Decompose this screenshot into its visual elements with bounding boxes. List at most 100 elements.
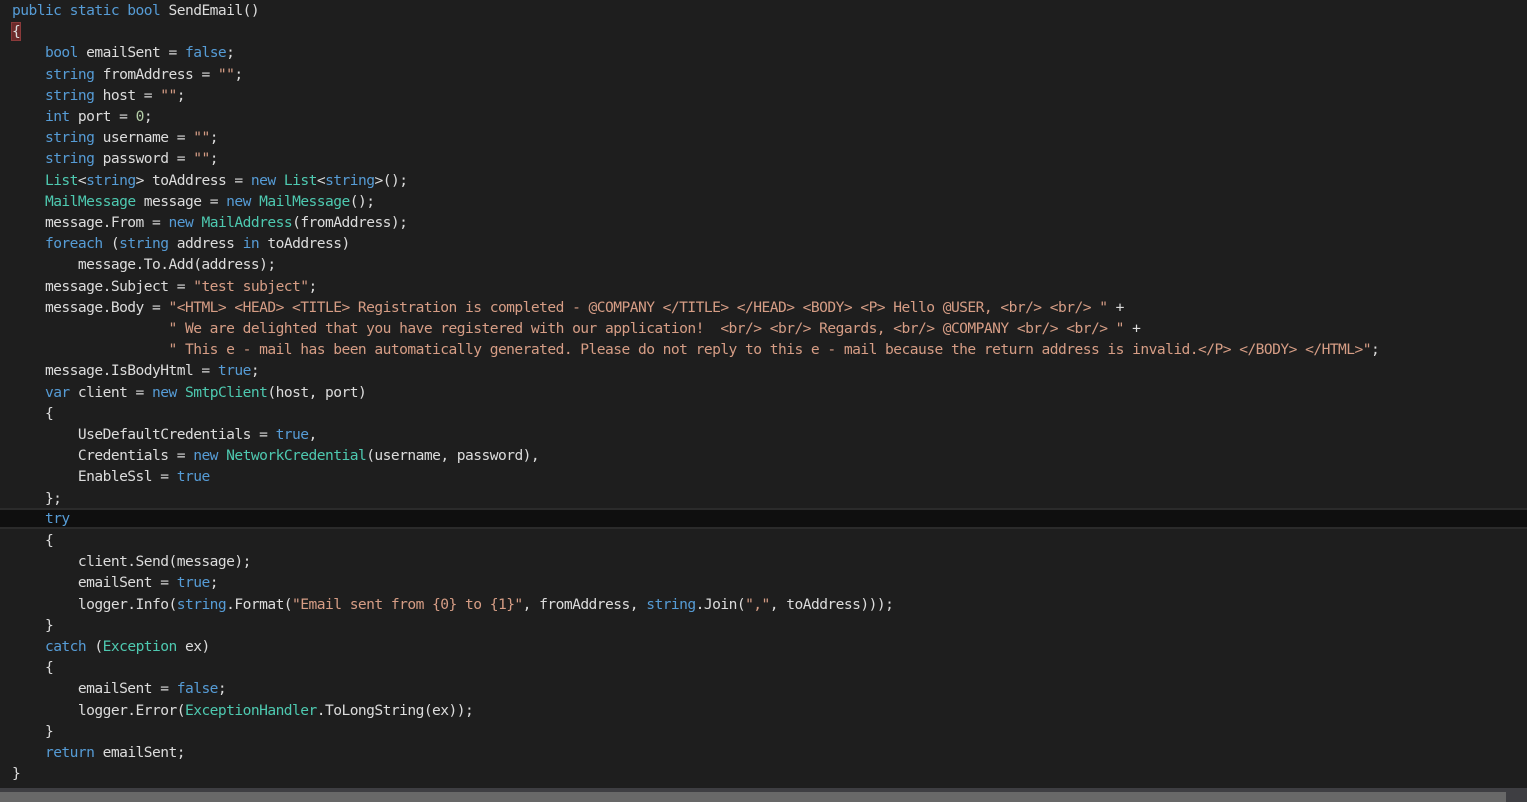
- code-line-current[interactable]: try: [0, 507, 1527, 529]
- code-line-text: MailMessage message = new MailMessage();: [12, 191, 375, 212]
- code-line-text: {: [12, 403, 54, 424]
- code-line[interactable]: return emailSent;: [0, 742, 1527, 763]
- code-line[interactable]: foreach (string address in toAddress): [0, 233, 1527, 254]
- code-line-text: }: [12, 615, 54, 636]
- code-line[interactable]: logger.Error(ExceptionHandler.ToLongStri…: [0, 700, 1527, 721]
- code-line-text: EnableSsl = true: [12, 466, 210, 487]
- keyword-token: true: [176, 468, 211, 486]
- code-token: <: [316, 171, 326, 189]
- keyword-token: false: [184, 44, 227, 62]
- string-token: "": [160, 86, 177, 104]
- code-line[interactable]: public static bool SendEmail(): [0, 0, 1527, 21]
- code-line-text: {: [10, 21, 22, 42]
- keyword-token: true: [275, 426, 310, 443]
- code-line[interactable]: " We are delighted that you have registe…: [0, 318, 1527, 339]
- code-line-text: string password = "";: [12, 148, 219, 169]
- code-token: port =: [69, 108, 136, 125]
- code-line[interactable]: {: [0, 21, 1527, 42]
- string-token: "": [217, 65, 235, 83]
- code-token: ;: [1370, 341, 1380, 359]
- code-line[interactable]: List<string> toAddress = new List<string…: [0, 170, 1527, 191]
- code-line[interactable]: };: [0, 488, 1527, 509]
- code-token: , toAddress)));: [769, 595, 894, 613]
- code-line-text: }: [12, 721, 54, 742]
- code-line[interactable]: var client = new SmtpClient(host, port): [0, 382, 1527, 403]
- code-line-text: int port = 0;: [12, 106, 153, 127]
- horizontal-scrollbar-thumb[interactable]: [0, 792, 1506, 802]
- code-line[interactable]: {: [0, 530, 1527, 551]
- code-line[interactable]: message.To.Add(address);: [0, 254, 1527, 275]
- code-line[interactable]: }: [0, 615, 1527, 636]
- code-line-text: emailSent = true;: [12, 572, 219, 593]
- code-token: (: [86, 638, 103, 655]
- code-line[interactable]: message.Subject = "test subject";: [0, 276, 1527, 297]
- code-editor[interactable]: public static bool SendEmail(){ bool ema…: [0, 0, 1527, 788]
- code-line[interactable]: message.Body = "<HTML> <HEAD> <TITLE> Re…: [0, 297, 1527, 318]
- code-line[interactable]: MailMessage message = new MailMessage();: [0, 191, 1527, 212]
- code-line[interactable]: UseDefaultCredentials = true,: [0, 424, 1527, 445]
- code-line[interactable]: string fromAddress = "";: [0, 64, 1527, 85]
- code-line-text: foreach (string address in toAddress): [12, 233, 350, 254]
- code-token: >();: [374, 171, 408, 189]
- type-token: List: [283, 171, 318, 189]
- code-line[interactable]: string host = "";: [0, 85, 1527, 106]
- code-line[interactable]: int port = 0;: [0, 106, 1527, 127]
- code-token: ;: [308, 277, 318, 295]
- code-line[interactable]: client.Send(message);: [0, 551, 1527, 572]
- code-token: message.Body =: [12, 298, 169, 316]
- code-line[interactable]: string username = "";: [0, 127, 1527, 148]
- code-line[interactable]: string password = "";: [0, 148, 1527, 169]
- code-token: logger.Info(: [12, 595, 177, 613]
- code-line-text: string username = "";: [12, 127, 219, 148]
- code-token: Credentials =: [12, 447, 194, 465]
- code-line-text: {: [12, 530, 54, 551]
- code-line[interactable]: {: [0, 403, 1527, 424]
- code-token: EnableSsl =: [12, 468, 177, 486]
- code-line[interactable]: message.From = new MailAddress(fromAddre…: [0, 212, 1527, 233]
- code-line-text: " This e - mail has been automatically g…: [12, 339, 1380, 360]
- code-line-text: logger.Error(ExceptionHandler.ToLongStri…: [12, 700, 474, 721]
- code-line[interactable]: bool emailSent = false;: [0, 42, 1527, 63]
- type-token: MailMessage: [259, 192, 350, 210]
- code-token: client =: [69, 383, 153, 401]
- code-line-text: try: [12, 510, 70, 527]
- code-line[interactable]: emailSent = false;: [0, 678, 1527, 699]
- code-line[interactable]: " This e - mail has been automatically g…: [0, 339, 1527, 360]
- code-line-text: message.To.Add(address);: [12, 254, 276, 275]
- keyword-token: int: [44, 108, 70, 125]
- code-line-text: public static bool SendEmail(): [12, 0, 260, 21]
- scrollbar-corner: [1506, 788, 1527, 802]
- code-token: message.From =: [12, 214, 169, 231]
- code-line-text: " We are delighted that you have registe…: [12, 318, 1141, 339]
- keyword-token: string: [86, 171, 136, 189]
- code-line-text: };: [12, 488, 62, 509]
- code-line[interactable]: message.IsBodyHtml = true;: [0, 360, 1527, 381]
- code-line[interactable]: }: [0, 763, 1527, 784]
- type-token: Exception: [102, 638, 178, 655]
- code-line[interactable]: catch (Exception ex): [0, 636, 1527, 657]
- code-line-text: message.IsBodyHtml = true;: [12, 360, 260, 381]
- code-line[interactable]: EnableSsl = true: [0, 466, 1527, 487]
- code-token: ;: [143, 108, 153, 125]
- code-line[interactable]: Credentials = new NetworkCredential(user…: [0, 445, 1527, 466]
- code-line[interactable]: emailSent = true;: [0, 572, 1527, 593]
- string-token: "Email sent from {0} to {1}": [292, 595, 523, 613]
- code-line[interactable]: {: [0, 657, 1527, 678]
- horizontal-scrollbar[interactable]: [0, 788, 1527, 802]
- code-token: (host, port): [267, 383, 367, 401]
- code-line[interactable]: logger.Info(string.Format("Email sent fr…: [0, 594, 1527, 615]
- code-token: ex): [176, 638, 210, 655]
- keyword-token: new: [226, 192, 251, 210]
- code-line[interactable]: }: [0, 721, 1527, 742]
